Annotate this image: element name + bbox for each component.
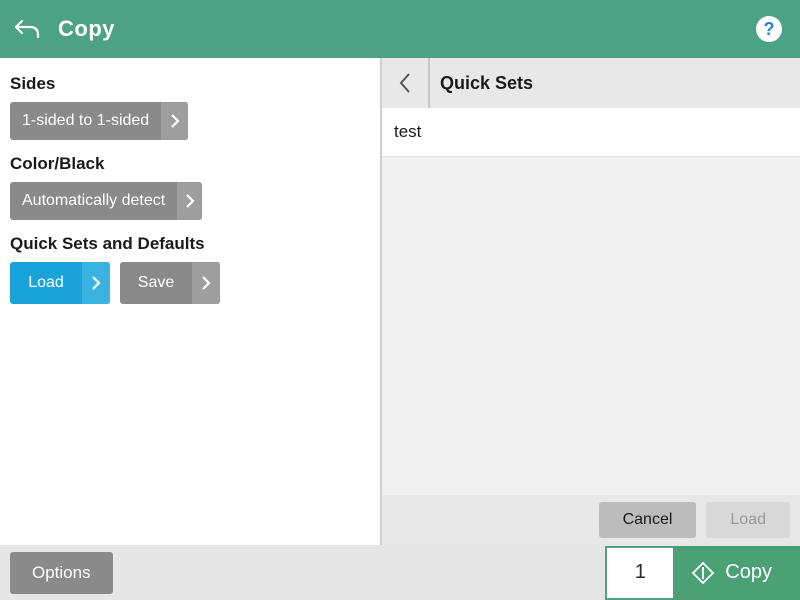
color-black-value: Automatically detect (10, 192, 177, 210)
list-item[interactable]: test (382, 108, 800, 157)
help-icon: ? (764, 19, 775, 40)
help-button[interactable]: ? (756, 16, 782, 42)
quick-sets-defaults-label: Quick Sets and Defaults (10, 234, 370, 254)
cancel-button[interactable]: Cancel (599, 502, 697, 538)
settings-panel: Sides 1-sided to 1-sided Color/Black Aut… (0, 58, 380, 545)
copy-button[interactable]: Copy (673, 546, 800, 600)
panel-title: Quick Sets (440, 73, 533, 94)
sides-label: Sides (10, 74, 370, 94)
chevron-right-icon (82, 262, 110, 304)
copy-diamond-icon (691, 561, 715, 585)
page-title: Copy (58, 16, 115, 42)
load-quickset-button[interactable]: Load (10, 262, 110, 304)
back-icon[interactable] (14, 17, 42, 41)
save-quickset-button[interactable]: Save (120, 262, 220, 304)
options-button[interactable]: Options (10, 552, 113, 594)
sides-selector[interactable]: 1-sided to 1-sided (10, 102, 188, 140)
quick-sets-panel: Quick Sets test Cancel Load (380, 58, 800, 545)
bottom-bar: Options 1 Copy (0, 545, 800, 600)
chevron-right-icon (192, 262, 220, 304)
load-button-disabled: Load (706, 502, 790, 538)
color-black-selector[interactable]: Automatically detect (10, 182, 202, 220)
chevron-right-icon (177, 182, 202, 220)
load-label: Load (10, 274, 82, 292)
chevron-right-icon (161, 102, 188, 140)
color-black-label: Color/Black (10, 154, 370, 174)
save-label: Save (120, 274, 192, 292)
copy-button-label: Copy (725, 561, 772, 584)
quick-sets-list: test (380, 108, 800, 495)
sides-value: 1-sided to 1-sided (10, 112, 161, 130)
copies-input[interactable]: 1 (605, 546, 673, 600)
panel-back-button[interactable] (382, 58, 430, 108)
